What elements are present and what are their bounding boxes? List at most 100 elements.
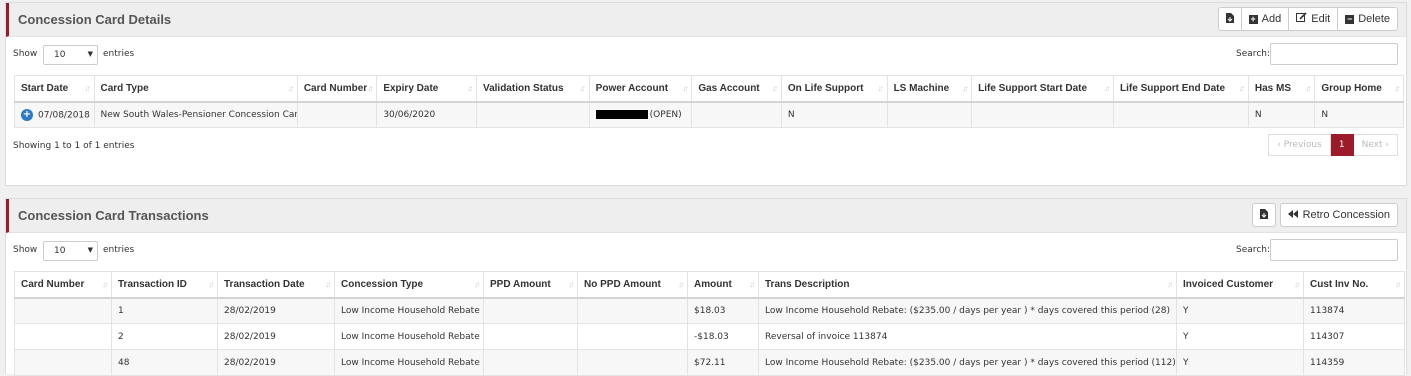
col-invoiced-customer[interactable]: Invoiced Customer ↓↑ <box>1176 271 1304 299</box>
cell-group-home: N <box>1314 101 1404 128</box>
caret-down-icon: ▼ <box>87 246 93 254</box>
col-card-number[interactable]: Card Number ↓↑ <box>14 271 112 299</box>
cell-card-type: New South Wales-Pensioner Concession Car… <box>93 101 298 128</box>
pagination: ‹ Previous 1 Next › <box>1268 134 1398 156</box>
sort-icon: ↓↑ <box>1104 84 1110 93</box>
cell-expiry-date: 30/06/2020 <box>376 101 477 128</box>
col-trans-description[interactable]: Trans Description ↓↑ <box>758 271 1177 299</box>
entries-select[interactable]: 10 ▼ <box>43 45 98 65</box>
export-button[interactable] <box>1217 7 1242 31</box>
col-expiry-date[interactable]: Expiry Date ↓↑ <box>376 75 477 103</box>
col-ppd-amount[interactable]: PPD Amount ↓↑ <box>483 271 578 299</box>
sort-icon: ↓↑ <box>962 84 968 93</box>
export-button[interactable] <box>1251 203 1276 227</box>
entries-select[interactable]: 10 ▼ <box>43 241 98 261</box>
col-on-life-support[interactable]: On Life Support ↓↑ <box>780 75 888 103</box>
delete-label: Delete <box>1358 13 1390 25</box>
table-row[interactable]: 48 28/02/2019 Low Income Household Rebat… <box>14 349 1405 376</box>
search-label: Search: <box>1236 245 1270 255</box>
cell-concession-type: Low Income Household Rebate <box>334 349 484 376</box>
col-start-date[interactable]: Start Date ↓↑ <box>14 75 95 103</box>
col-concession-type[interactable]: Concession Type ↓↑ <box>334 271 484 299</box>
add-button[interactable]: + Add <box>1241 7 1290 31</box>
cell-trans-description: Low Income Household Rebate: ($235.00 / … <box>758 297 1177 324</box>
add-label: Add <box>1261 13 1282 25</box>
sort-icon: ↓↑ <box>466 84 473 93</box>
header-row: Start Date ↓↑ Card Type ↓↑ Card Number ↓↑ E… <box>14 75 1404 103</box>
file-export-icon <box>1259 208 1268 222</box>
toolbar: + Add Edit − Delete <box>1217 7 1398 31</box>
show-label: Show <box>13 245 38 255</box>
col-card-number[interactable]: Card Number ↓↑ <box>296 75 378 103</box>
col-power-account[interactable]: Power Account ↓↑ <box>588 75 693 103</box>
table-info: Showing 1 to 1 of 1 entries <box>13 141 135 151</box>
col-has-ms[interactable]: Has MS ↓↑ <box>1247 75 1316 103</box>
sort-icon: ↓↑ <box>1294 280 1300 289</box>
table-row[interactable]: +07/08/2018 New South Wales-Pensioner Co… <box>14 101 1404 128</box>
panel-header: Concession Card Details + Add Edit − Del… <box>6 3 1406 37</box>
search-input[interactable] <box>1270 239 1398 261</box>
fast-backward-icon <box>1287 209 1299 221</box>
cell-amount: $18.03 <box>687 297 759 324</box>
col-amount[interactable]: Amount ↓↑ <box>687 271 759 299</box>
entries-label: entries <box>103 245 135 255</box>
col-cust-inv-no[interactable]: Cust Inv No. ↓↑ <box>1303 271 1405 299</box>
cell-trans-description: Low Income Household Rebate: ($235.00 / … <box>758 349 1177 376</box>
show-label: Show <box>13 49 38 59</box>
col-card-type[interactable]: Card Type ↓↑ <box>93 75 298 103</box>
cell-cust-inv-no: 114359 <box>1303 349 1405 376</box>
next-button[interactable]: Next › <box>1353 134 1398 156</box>
delete-button[interactable]: − Delete <box>1338 7 1398 31</box>
caret-down-icon: ▼ <box>87 50 93 58</box>
sort-icon: ↓↑ <box>1394 84 1400 93</box>
edit-label: Edit <box>1311 13 1331 25</box>
cell-amount: $72.11 <box>687 349 759 376</box>
cell-card-number <box>14 297 112 324</box>
table-row[interactable]: 1 28/02/2019 Low Income Household Rebate… <box>14 297 1405 324</box>
col-transaction-date[interactable]: Transaction Date ↓↑ <box>217 271 335 299</box>
previous-button[interactable]: ‹ Previous <box>1268 134 1331 156</box>
plus-circle-icon[interactable]: + <box>21 108 33 121</box>
plus-square-icon: + <box>1248 13 1258 24</box>
col-group-home[interactable]: Group Home ↓↑ <box>1314 75 1404 103</box>
col-no-ppd-amount[interactable]: No PPD Amount ↓↑ <box>577 271 688 299</box>
edit-icon <box>1296 12 1307 26</box>
cell-transaction-date: 28/02/2019 <box>217 323 335 350</box>
sort-icon: ↓↑ <box>877 84 884 93</box>
panel-title: Concession Card Transactions <box>18 208 209 223</box>
search-label: Search: <box>1236 49 1270 59</box>
cell-amount: -$18.03 <box>687 323 759 350</box>
col-transaction-id[interactable]: Transaction ID ↓↑ <box>111 271 218 299</box>
cell-card-number <box>296 101 378 128</box>
cell-concession-type: Low Income Household Rebate <box>334 297 484 324</box>
cell-transaction-id: 48 <box>111 349 218 376</box>
cell-ppd-amount <box>483 349 578 376</box>
cell-transaction-date: 28/02/2019 <box>217 297 335 324</box>
col-ls-machine[interactable]: LS Machine ↓↑ <box>886 75 973 103</box>
table-row[interactable]: 2 28/02/2019 Low Income Household Rebate… <box>14 323 1405 350</box>
entries-value: 10 <box>54 50 66 60</box>
cell-ls-start <box>971 101 1115 128</box>
col-life-support-start[interactable]: Life Support Start Date ↓↑ <box>971 75 1115 103</box>
cell-ls-machine <box>886 101 973 128</box>
retro-concession-button[interactable]: Retro Concession <box>1279 203 1398 227</box>
panel-header: Concession Card Transactions Retro Conce… <box>6 199 1406 233</box>
edit-button[interactable]: Edit <box>1289 7 1339 31</box>
sort-icon: ↓↑ <box>325 280 331 289</box>
col-life-support-end[interactable]: Life Support End Date ↓↑ <box>1113 75 1249 103</box>
cell-power-account: (OPEN) <box>588 101 693 128</box>
search-input[interactable] <box>1270 43 1398 65</box>
cell-on-life-support: N <box>780 101 888 128</box>
redacted-block <box>595 109 648 119</box>
concession-card-details-panel: Concession Card Details + Add Edit − Del… <box>5 2 1407 186</box>
cell-no-ppd-amount <box>577 297 688 324</box>
sort-icon: ↓↑ <box>208 280 214 289</box>
page-1-button[interactable]: 1 <box>1330 134 1354 156</box>
minus-square-icon: − <box>1345 13 1355 24</box>
panel-title: Concession Card Details <box>18 12 172 27</box>
cell-concession-type: Low Income Household Rebate <box>334 323 484 350</box>
cell-invoiced-customer: Y <box>1176 297 1304 324</box>
col-gas-account[interactable]: Gas Account ↓↑ <box>691 75 782 103</box>
col-validation-status[interactable]: Validation Status ↓↑ <box>475 75 590 103</box>
cell-has-ms: N <box>1247 101 1316 128</box>
